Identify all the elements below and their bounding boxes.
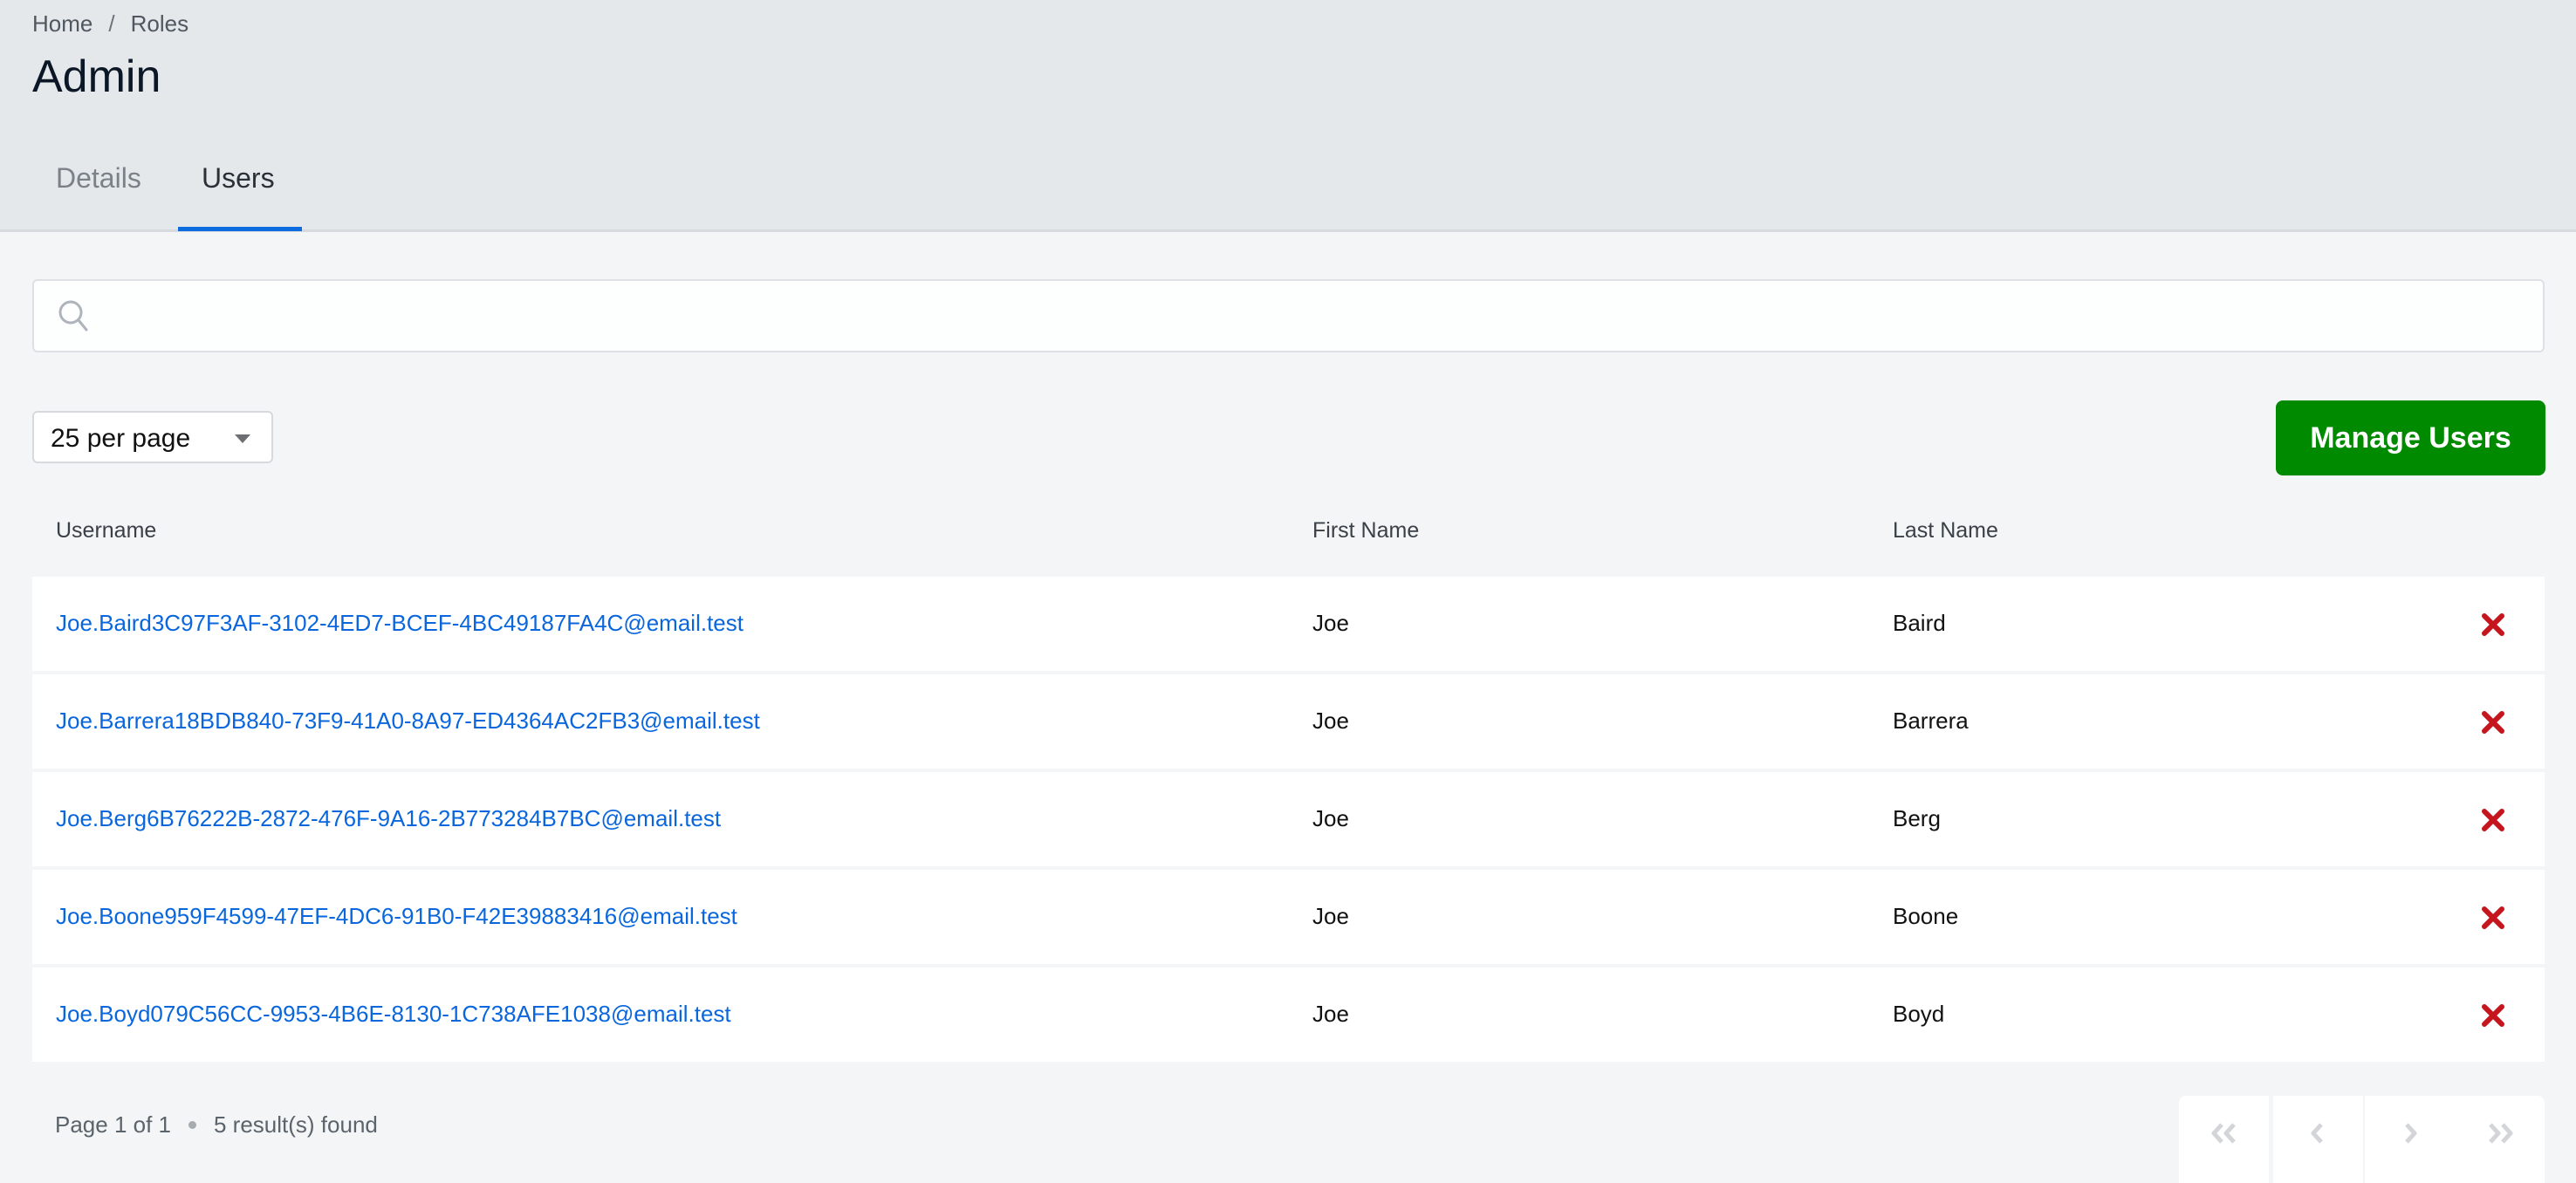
last-name-cell: Boone xyxy=(1893,903,1958,930)
manage-users-button[interactable]: Manage Users xyxy=(2276,400,2545,475)
username-link[interactable]: Joe.Boyd079C56CC-9953-4B6E-8130-1C738AFE… xyxy=(56,1001,731,1028)
double-chevron-right-icon xyxy=(2486,1122,2514,1145)
column-header-first-name[interactable]: First Name xyxy=(1312,518,1419,544)
remove-user-icon[interactable] xyxy=(2478,610,2508,639)
column-header-username[interactable]: Username xyxy=(56,518,156,544)
per-page-select[interactable]: 25 per page xyxy=(32,411,273,463)
double-chevron-left-icon xyxy=(2210,1122,2238,1145)
active-tab-indicator xyxy=(178,227,302,231)
page-header: Home / Roles Admin Details Users xyxy=(0,0,2576,232)
username-link[interactable]: Joe.Boone959F4599-47EF-4DC6-91B0-F42E398… xyxy=(56,903,737,930)
remove-user-icon[interactable] xyxy=(2478,1001,2508,1030)
remove-user-icon[interactable] xyxy=(2478,708,2508,737)
breadcrumb-roles[interactable]: Roles xyxy=(131,10,188,37)
first-name-cell: Joe xyxy=(1312,610,1349,637)
next-page-button[interactable] xyxy=(2365,1096,2455,1183)
breadcrumb: Home / Roles xyxy=(32,10,188,38)
per-page-value: 25 per page xyxy=(51,424,190,453)
last-name-cell: Boyd xyxy=(1893,1001,1944,1028)
chevron-left-icon xyxy=(2305,1122,2333,1145)
page-info: Page 1 of 1 xyxy=(55,1111,171,1138)
results-count: 5 result(s) found xyxy=(214,1111,378,1138)
last-name-cell: Barrera xyxy=(1893,708,1969,735)
breadcrumb-separator: / xyxy=(108,10,114,37)
separator-dot xyxy=(188,1121,196,1129)
table-row: Joe.Berg6B76222B-2872-476F-9A16-2B773284… xyxy=(32,772,2545,866)
first-name-cell: Joe xyxy=(1312,1001,1349,1028)
first-name-cell: Joe xyxy=(1312,708,1349,735)
search-input[interactable] xyxy=(104,281,2530,351)
last-page-button[interactable] xyxy=(2455,1096,2545,1183)
first-name-cell: Joe xyxy=(1312,805,1349,832)
table-row: Joe.Boone959F4599-47EF-4DC6-91B0-F42E398… xyxy=(32,870,2545,964)
table-row: Joe.Barrera18BDB840-73F9-41A0-8A97-ED436… xyxy=(32,674,2545,769)
breadcrumb-home[interactable]: Home xyxy=(32,10,92,37)
tab-users[interactable]: Users xyxy=(202,162,275,195)
remove-user-icon[interactable] xyxy=(2478,805,2508,835)
tab-details[interactable]: Details xyxy=(56,162,141,195)
table-row: Joe.Boyd079C56CC-9953-4B6E-8130-1C738AFE… xyxy=(32,968,2545,1062)
username-link[interactable]: Joe.Baird3C97F3AF-3102-4ED7-BCEF-4BC4918… xyxy=(56,610,743,637)
chevron-right-icon xyxy=(2396,1122,2424,1145)
search-box xyxy=(32,279,2545,352)
column-header-last-name[interactable]: Last Name xyxy=(1893,518,1998,544)
first-name-cell: Joe xyxy=(1312,903,1349,930)
username-link[interactable]: Joe.Berg6B76222B-2872-476F-9A16-2B773284… xyxy=(56,805,721,832)
first-page-button[interactable] xyxy=(2179,1096,2269,1183)
caret-down-icon xyxy=(235,434,250,443)
page-title: Admin xyxy=(32,51,161,103)
search-icon xyxy=(57,298,92,337)
previous-page-button[interactable] xyxy=(2273,1096,2363,1183)
last-name-cell: Baird xyxy=(1893,610,1946,637)
last-name-cell: Berg xyxy=(1893,805,1941,832)
username-link[interactable]: Joe.Barrera18BDB840-73F9-41A0-8A97-ED436… xyxy=(56,708,760,735)
table-row: Joe.Baird3C97F3AF-3102-4ED7-BCEF-4BC4918… xyxy=(32,577,2545,671)
remove-user-icon[interactable] xyxy=(2478,903,2508,933)
pagination-summary: Page 1 of 1 5 result(s) found xyxy=(55,1111,378,1139)
